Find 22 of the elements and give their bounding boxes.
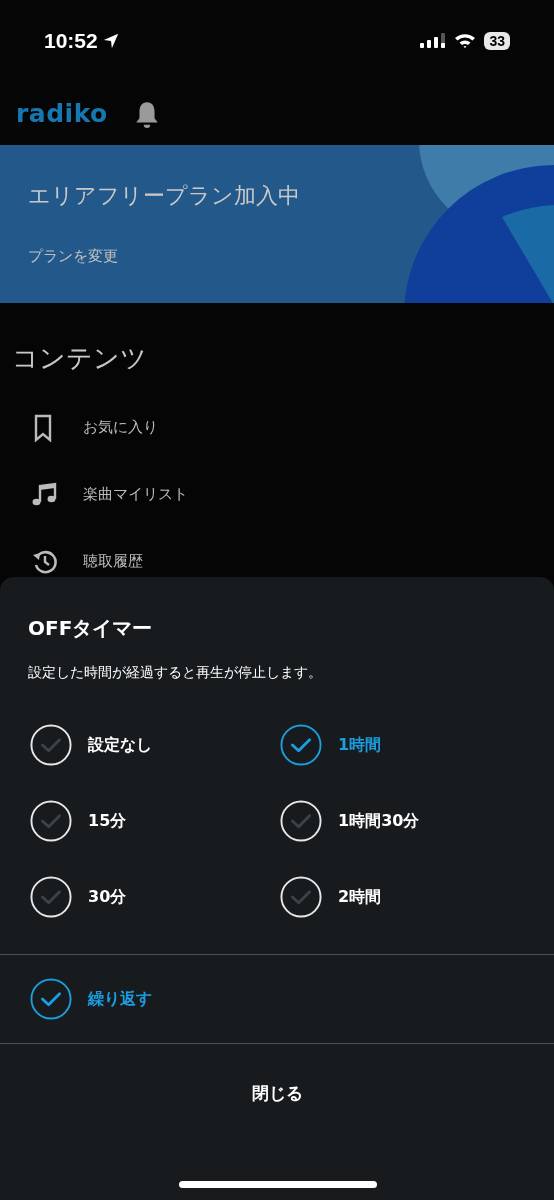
wifi-icon [454,33,477,49]
timer-option[interactable]: 15分 [30,800,127,842]
battery-indicator: 33 [484,32,510,50]
menu-item[interactable]: 楽曲マイリスト [12,461,554,528]
close-button[interactable]: 閉じる [241,1078,313,1109]
notification-button[interactable] [133,99,160,128]
timer-option[interactable]: 1時間 [280,724,382,766]
timer-option[interactable]: 1時間30分 [280,800,420,842]
change-plan-link[interactable]: プランを変更 [28,247,118,266]
repeat-checkbox[interactable]: 繰り返す [0,978,182,1020]
menu-item[interactable]: お気に入り [12,394,554,461]
bell-icon [133,99,160,128]
timer-option[interactable]: 30分 [30,876,127,918]
timer-option[interactable]: 設定なし [30,724,152,766]
app-logo: radiko [16,99,108,128]
description-text: 設定した時間が経過すると再生が停止します。 [27,664,323,682]
plan-status-text: エリアフリープラン加入中 [28,182,300,210]
timer-option[interactable]: 2時間 [280,876,382,918]
signal-icon [420,33,447,49]
sheet-title: OFFタイマー [27,615,154,642]
clock-time: 10:52 [44,29,98,53]
section-heading: コンテンツ [12,342,148,375]
